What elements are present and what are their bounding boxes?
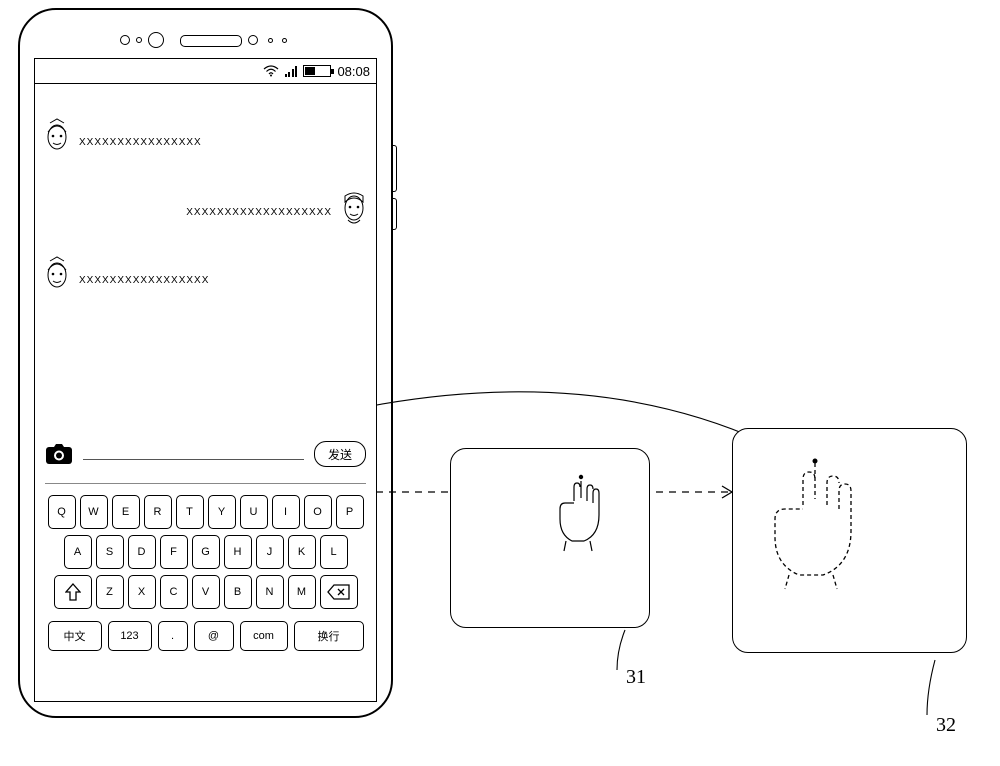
key-s[interactable]: S <box>96 535 124 569</box>
key-m[interactable]: M <box>288 575 316 609</box>
avatar-person1 <box>43 255 71 293</box>
soft-keyboard: Q W E R T Y U I O P A S D F G H <box>35 483 376 701</box>
key-k[interactable]: K <box>288 535 316 569</box>
key-f[interactable]: F <box>160 535 188 569</box>
lang-key[interactable]: 中文 <box>48 621 102 651</box>
phone-screen: 08:08 XXXXXXXXXXXXXXXX XXXXXXXXXXXXXXXXX… <box>34 58 377 702</box>
key-h[interactable]: H <box>224 535 252 569</box>
status-bar: 08:08 <box>35 59 376 84</box>
sensor-dot <box>248 35 258 45</box>
key-l[interactable]: L <box>320 535 348 569</box>
avatar-person1 <box>43 117 71 155</box>
sensor-dot <box>268 38 273 43</box>
at-key[interactable]: @ <box>194 621 234 651</box>
wifi-icon <box>263 65 279 77</box>
key-n[interactable]: N <box>256 575 284 609</box>
key-r[interactable]: R <box>144 495 172 529</box>
key-p[interactable]: P <box>336 495 364 529</box>
backspace-icon <box>327 584 351 600</box>
signal-icon <box>285 65 298 77</box>
camera-dot <box>148 32 164 48</box>
dot-key[interactable]: . <box>158 621 188 651</box>
phone-frame: 08:08 XXXXXXXXXXXXXXXX XXXXXXXXXXXXXXXXX… <box>18 8 393 718</box>
enter-key[interactable]: 换行 <box>294 621 364 651</box>
hand-icon-dashed <box>753 457 873 592</box>
input-bar: 发送 <box>35 427 376 483</box>
reference-label-32: 32 <box>936 714 956 737</box>
reference-label-31: 31 <box>626 666 646 689</box>
key-q[interactable]: Q <box>48 495 76 529</box>
com-key[interactable]: com <box>240 621 288 651</box>
backspace-key[interactable] <box>320 575 358 609</box>
sensor-dot <box>282 38 287 43</box>
key-d[interactable]: D <box>128 535 156 569</box>
key-w[interactable]: W <box>80 495 108 529</box>
touch-area-31[interactable] <box>450 448 650 628</box>
sensor-dot <box>136 37 142 43</box>
key-e[interactable]: E <box>112 495 140 529</box>
battery-icon <box>303 65 331 77</box>
num-key[interactable]: 123 <box>108 621 152 651</box>
send-button[interactable]: 发送 <box>314 441 366 467</box>
chat-area: XXXXXXXXXXXXXXXX XXXXXXXXXXXXXXXXXXX XXX… <box>35 83 376 427</box>
text-input-line[interactable] <box>83 459 304 460</box>
shift-key[interactable] <box>54 575 92 609</box>
key-i[interactable]: I <box>272 495 300 529</box>
key-u[interactable]: U <box>240 495 268 529</box>
key-v[interactable]: V <box>192 575 220 609</box>
diagram-canvas: 08:08 XXXXXXXXXXXXXXXX XXXXXXXXXXXXXXXXX… <box>0 0 1000 766</box>
avatar-person2 <box>340 188 368 226</box>
key-y[interactable]: Y <box>208 495 236 529</box>
sensor-dot <box>120 35 130 45</box>
message-text: XXXXXXXXXXXXXXXXXXX <box>186 207 332 218</box>
message-text: XXXXXXXXXXXXXXXXX <box>79 275 209 286</box>
phone-top-hardware <box>20 32 391 50</box>
send-label: 发送 <box>328 446 352 463</box>
message-text: XXXXXXXXXXXXXXXX <box>79 137 202 148</box>
clock-text: 08:08 <box>337 64 370 79</box>
speaker-grille <box>180 35 242 47</box>
key-t[interactable]: T <box>176 495 204 529</box>
key-b[interactable]: B <box>224 575 252 609</box>
key-c[interactable]: C <box>160 575 188 609</box>
touch-area-32[interactable] <box>732 428 967 653</box>
key-z[interactable]: Z <box>96 575 124 609</box>
shift-icon <box>65 583 81 601</box>
hand-icon <box>546 473 616 553</box>
key-o[interactable]: O <box>304 495 332 529</box>
key-x[interactable]: X <box>128 575 156 609</box>
key-g[interactable]: G <box>192 535 220 569</box>
camera-icon[interactable] <box>45 443 73 465</box>
key-a[interactable]: A <box>64 535 92 569</box>
key-j[interactable]: J <box>256 535 284 569</box>
